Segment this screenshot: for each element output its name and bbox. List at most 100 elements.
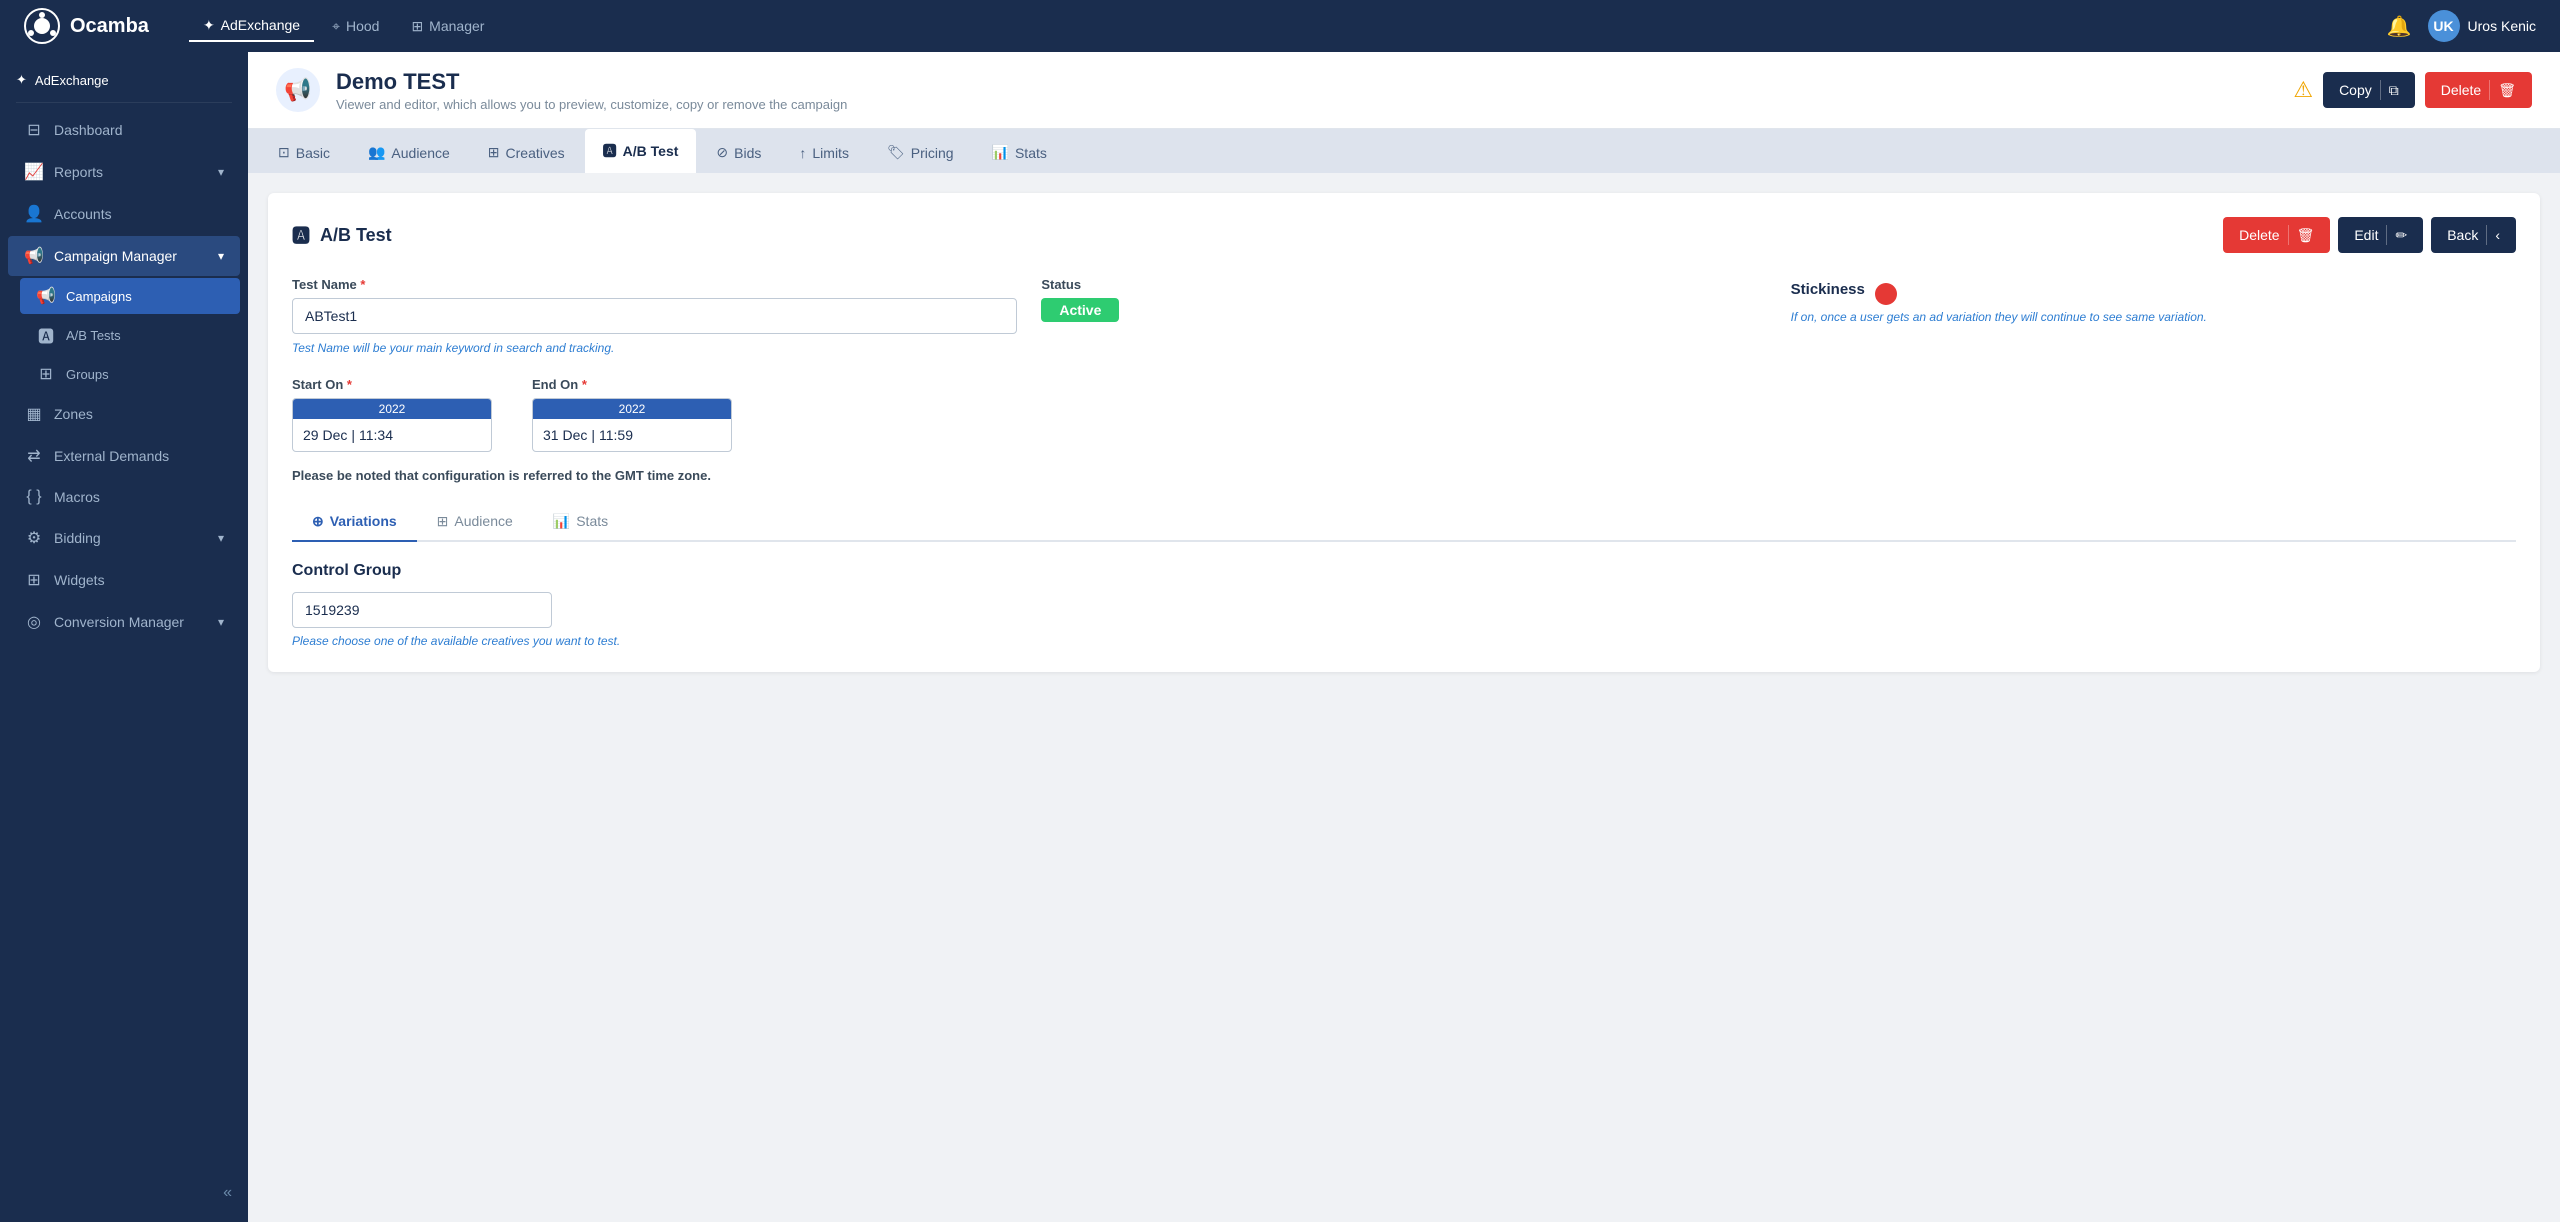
groups-icon: ⊞ — [36, 364, 56, 384]
nav-link-hood[interactable]: ⌖ Hood — [318, 11, 393, 42]
logo-text: Ocamba — [70, 15, 149, 38]
delete-divider — [2489, 80, 2490, 100]
sidebar-item-bidding[interactable]: ⚙ Bidding ▾ — [8, 518, 240, 558]
external-icon: ⇄ — [24, 446, 44, 466]
user-menu[interactable]: UK Uros Kenic — [2428, 10, 2536, 42]
start-date-group: Start On * 2022 29 Dec | 11:34 — [292, 377, 492, 452]
stats-sub-icon: 📊 — [553, 513, 570, 530]
variations-icon: ⊕ — [312, 513, 324, 530]
hood-icon: ⌖ — [332, 18, 340, 35]
panel-edit-icon: ✏ — [2395, 227, 2407, 244]
panel-title: 🅰 A/B Test — [292, 222, 392, 248]
delete-label: Delete — [2441, 82, 2481, 98]
tab-creatives[interactable]: ⊞ Creatives — [470, 132, 583, 173]
end-date: 31 Dec — [543, 427, 587, 443]
sub-tab-audience[interactable]: ⊞ Audience — [417, 503, 533, 542]
control-group-section: Control Group Please choose one of the a… — [292, 562, 2516, 648]
nav-link-adexchange[interactable]: ✦ AdExchange — [189, 11, 314, 42]
sidebar-item-groups[interactable]: ⊞ Groups — [20, 356, 240, 392]
tab-basic[interactable]: ⊡ Basic — [260, 132, 348, 173]
panel-edit-button[interactable]: Edit ✏ — [2338, 217, 2423, 253]
audience-icon: 👥 — [368, 144, 385, 161]
stickiness-toggle[interactable] — [1875, 283, 1897, 305]
sidebar-collapse-button[interactable]: « — [223, 1184, 232, 1202]
stickiness-hint: If on, once a user gets an ad variation … — [1791, 309, 2516, 326]
campaign-title-block: Demo TEST Viewer and editor, which allow… — [336, 69, 847, 112]
logo[interactable]: Ocamba — [24, 8, 149, 44]
adexchange-sidebar-icon: ✦ — [16, 72, 27, 88]
sub-tab-stats[interactable]: 📊 Stats — [533, 503, 628, 542]
audience-sub-icon: ⊞ — [437, 513, 449, 530]
control-group-hint: Please choose one of the available creat… — [292, 634, 2516, 648]
notifications-icon[interactable]: 🔔 — [2387, 14, 2412, 39]
tab-bids[interactable]: ⊘ Bids — [698, 132, 779, 173]
campaign-icon: 📢 — [24, 246, 44, 266]
manager-icon: ⊞ — [411, 18, 423, 35]
nav-link-manager[interactable]: ⊞ Manager — [397, 11, 498, 42]
panel-actions: Delete 🗑 Edit ✏ Back ‹ — [2223, 217, 2516, 253]
sidebar-item-conversion-manager[interactable]: ◎ Conversion Manager ▾ — [8, 602, 240, 642]
start-label: Start On * — [292, 377, 492, 392]
tab-abtest[interactable]: 🅰 A/B Test — [585, 129, 697, 173]
panel-edit-divider — [2386, 225, 2387, 245]
campaign-delete-button[interactable]: Delete 🗑 — [2425, 72, 2532, 108]
adexchange-icon: ✦ — [203, 17, 215, 34]
test-name-group: Test Name * Test Name will be your main … — [292, 277, 1017, 357]
sidebar-item-campaign-manager[interactable]: 📢 Campaign Manager ▾ — [8, 236, 240, 276]
sidebar-item-campaigns[interactable]: 📢 Campaigns — [20, 278, 240, 314]
campaign-megaphone-icon: 📢 — [276, 68, 320, 112]
campaign-title-area: 📢 Demo TEST Viewer and editor, which all… — [276, 68, 847, 112]
ab-icon: 🅰 — [36, 323, 56, 347]
bids-icon: ⊘ — [716, 144, 728, 161]
sidebar-item-macros[interactable]: { } Macros — [8, 478, 240, 516]
copy-divider — [2380, 80, 2381, 100]
test-name-input[interactable] — [292, 298, 1017, 334]
campaigns-icon: 📢 — [36, 286, 56, 306]
dashboard-icon: ⊟ — [24, 120, 44, 140]
basic-icon: ⊡ — [278, 144, 290, 161]
sidebar-section-adexchange: ✦ AdExchange — [0, 64, 248, 96]
stickiness-group: Stickiness — [1791, 281, 2516, 305]
tab-limits[interactable]: ↑ Limits — [781, 133, 867, 173]
sub-tab-variations[interactable]: ⊕ Variations — [292, 503, 417, 542]
panel-delete-button[interactable]: Delete 🗑 — [2223, 217, 2330, 253]
tab-pricing[interactable]: 🏷 Pricing — [869, 132, 972, 173]
copy-button[interactable]: Copy ⧉ — [2323, 72, 2415, 108]
sub-tabs: ⊕ Variations ⊞ Audience 📊 Stats — [292, 503, 2516, 542]
delete-icon: 🗑 — [2498, 82, 2516, 99]
top-nav: Ocamba ✦ AdExchange ⌖ Hood ⊞ Manager 🔔 U… — [0, 0, 2560, 52]
user-name: Uros Kenic — [2468, 18, 2536, 34]
panel-back-divider — [2486, 225, 2487, 245]
control-group-input[interactable] — [292, 592, 552, 628]
tab-audience[interactable]: 👥 Audience — [350, 132, 468, 173]
campaign-title: Demo TEST — [336, 69, 847, 95]
end-date-input[interactable]: 2022 31 Dec | 11:59 — [532, 398, 732, 452]
stickiness-text: Stickiness — [1791, 281, 1865, 299]
sidebar-item-dashboard[interactable]: ⊟ Dashboard — [8, 110, 240, 150]
end-date-group: End On * 2022 31 Dec | 11:59 — [532, 377, 732, 452]
sidebar-item-ab-tests[interactable]: 🅰 A/B Tests — [20, 315, 240, 355]
sidebar-item-zones[interactable]: ▦ Zones — [8, 394, 240, 434]
limits-icon: ↑ — [799, 145, 806, 161]
warning-icon: ⚠ — [2293, 77, 2313, 103]
start-date: 29 Dec — [303, 427, 347, 443]
status-label: Status — [1041, 277, 1766, 292]
panel-back-button[interactable]: Back ‹ — [2431, 217, 2516, 253]
bidding-icon: ⚙ — [24, 528, 44, 548]
main-content: 🅰 A/B Test Delete 🗑 Edit ✏ — [248, 173, 2560, 1222]
status-badge: Active — [1041, 298, 1119, 322]
sidebar-item-widgets[interactable]: ⊞ Widgets — [8, 560, 240, 600]
sidebar-item-reports[interactable]: 📈 Reports ▾ — [8, 152, 240, 192]
sidebar-item-external-demands[interactable]: ⇄ External Demands — [8, 436, 240, 476]
panel-title-icon: 🅰 — [292, 222, 310, 248]
macros-icon: { } — [24, 488, 44, 506]
sidebar: ✦ AdExchange ⊟ Dashboard 📈 Reports ▾ 👤 A… — [0, 52, 248, 1222]
start-time: 11:34 — [359, 427, 393, 443]
sidebar-divider — [16, 102, 232, 103]
abtest-icon: 🅰 — [603, 141, 617, 161]
tab-stats[interactable]: 📊 Stats — [974, 132, 1065, 173]
sidebar-item-accounts[interactable]: 👤 Accounts — [8, 194, 240, 234]
start-date-input[interactable]: 2022 29 Dec | 11:34 — [292, 398, 492, 452]
status-group: Status Active — [1041, 277, 1766, 357]
end-date-row: 31 Dec | 11:59 — [533, 419, 731, 451]
